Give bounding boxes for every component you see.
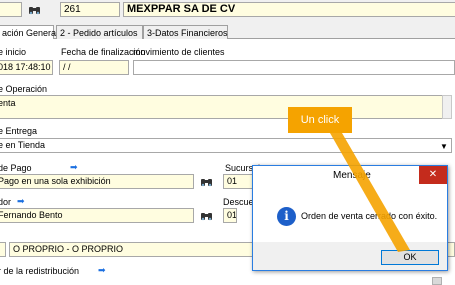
corner-icon (432, 277, 442, 285)
annotation-pointer (330, 133, 410, 252)
